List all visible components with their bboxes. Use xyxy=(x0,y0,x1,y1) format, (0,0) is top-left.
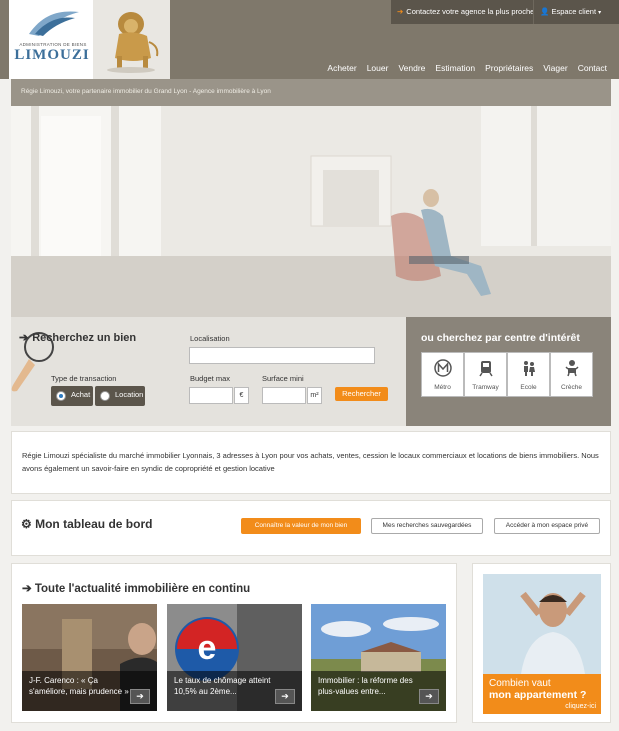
radio-dot-icon xyxy=(100,391,110,401)
news-card[interactable]: J-F. Carenco : « Ça s'améliore, mais pru… xyxy=(22,604,157,711)
localisation-label: Localisation xyxy=(190,334,230,343)
budget-input[interactable] xyxy=(189,387,233,404)
search-button[interactable]: Rechercher xyxy=(335,387,388,401)
poi-tramway[interactable]: Tramway xyxy=(464,352,507,397)
nav-estimation[interactable]: Estimation xyxy=(435,63,475,73)
client-space-menu[interactable]: 👤 Espace client ▾ xyxy=(540,7,601,16)
search-title: ➔ Recherchez un bien xyxy=(19,332,137,344)
transaction-label: Type de transaction xyxy=(51,374,117,383)
nav-vendre[interactable]: Vendre xyxy=(398,63,425,73)
logo-swoosh-icon xyxy=(29,11,79,36)
chevron-right-icon[interactable]: ➔ xyxy=(130,689,150,704)
logo-name: LIMOUZI xyxy=(14,47,90,63)
search-panel: ➔ Recherchez un bien Localisation Type de… xyxy=(11,317,406,426)
arrow-right-icon: ➔ xyxy=(397,7,404,16)
news-card[interactable]: Immobilier : la réforme des plus-values … xyxy=(311,604,446,711)
promo-cta[interactable]: cliquez-ici xyxy=(565,703,596,710)
news-section: ➔ Toute l'actualité immobilière en conti… xyxy=(11,563,457,723)
radio-dot-icon xyxy=(56,391,66,401)
lion-icon xyxy=(107,12,159,73)
private-space-button[interactable]: Accéder à mon espace privé xyxy=(494,518,600,534)
saved-searches-button[interactable]: Mes recherches sauvegardées xyxy=(371,518,483,534)
dashboard-title: ⚙ Mon tableau de bord xyxy=(21,517,153,531)
description-text: Régie Limouzi spécialiste du marché immo… xyxy=(22,451,599,473)
school-icon xyxy=(524,361,535,376)
user-icon: 👤 xyxy=(540,7,550,16)
logo[interactable]: ADMINISTRATION DE BIENS LIMOUZI xyxy=(9,0,93,79)
budget-label: Budget max xyxy=(190,374,231,383)
nav-louer[interactable]: Louer xyxy=(367,63,389,73)
nav-viager[interactable]: Viager xyxy=(543,63,567,73)
poi-metro[interactable]: Métro xyxy=(421,352,464,397)
arrow-right-icon: ➔ xyxy=(22,583,32,595)
breadcrumb-bar: Régie Limouzi, votre partenaire immobili… xyxy=(11,79,611,106)
divider xyxy=(533,0,534,24)
news-card[interactable]: e Le taux de chômage atteint 10,5% au 2è… xyxy=(167,604,302,711)
promo-banner[interactable]: Combien vaut mon appartement ? cliquez-i… xyxy=(483,674,601,714)
chevron-right-icon[interactable]: ➔ xyxy=(275,689,295,704)
valuation-promo[interactable]: Combien vaut mon appartement ? cliquez-i… xyxy=(472,563,611,723)
radio-location[interactable]: Location xyxy=(95,386,145,406)
nav-proprietaires[interactable]: Propriétaires xyxy=(485,63,533,73)
promo-line1: Combien vaut xyxy=(489,678,551,689)
property-value-button[interactable]: Connaître la valeur de mon bien xyxy=(241,518,361,534)
localisation-input[interactable] xyxy=(189,347,375,364)
metro-icon xyxy=(434,359,452,377)
nursery-icon xyxy=(565,360,579,377)
main-nav: Acheter Louer Vendre Estimation Propriét… xyxy=(327,63,607,73)
dashboard-bar: ⚙ Mon tableau de bord Connaître la valeu… xyxy=(11,500,611,556)
surface-input[interactable] xyxy=(262,387,306,404)
contact-agency-link[interactable]: ➔ Contactez votre agence la plus proche xyxy=(397,7,534,16)
surface-unit: m² xyxy=(307,387,322,404)
dashboard-icon: ⚙ xyxy=(21,517,32,531)
svg-text:e: e xyxy=(198,629,217,667)
radio-achat[interactable]: Achat xyxy=(51,386,93,406)
hero-image xyxy=(11,106,611,318)
smiling-man-image xyxy=(483,574,601,674)
poi-creche[interactable]: Crèche xyxy=(550,352,593,397)
nav-acheter[interactable]: Acheter xyxy=(327,63,356,73)
top-bar: ➔ Contactez votre agence la plus proche 👤… xyxy=(391,0,619,24)
arrow-right-icon: ➔ xyxy=(19,332,29,344)
currency-unit: € xyxy=(234,387,249,404)
news-title: ➔ Toute l'actualité immobilière en conti… xyxy=(22,583,251,595)
poi-panel: ou cherchez par centre d'intérêt Métro T… xyxy=(406,317,611,426)
lion-illustration xyxy=(93,0,170,79)
promo-image xyxy=(483,574,601,674)
chevron-down-icon: ▾ xyxy=(598,10,602,16)
tagline: Régie Limouzi, votre partenaire immobili… xyxy=(21,88,271,95)
room-scene xyxy=(11,106,611,318)
promo-line2: mon appartement ? xyxy=(489,689,587,701)
chevron-right-icon[interactable]: ➔ xyxy=(419,689,439,704)
poi-title: ou cherchez par centre d'intérêt xyxy=(421,332,580,344)
surface-label: Surface mini xyxy=(262,374,304,383)
tram-icon xyxy=(479,361,493,377)
poi-ecole[interactable]: Ecole xyxy=(507,352,550,397)
agency-description: Régie Limouzi spécialiste du marché immo… xyxy=(11,431,611,494)
nav-contact[interactable]: Contact xyxy=(578,63,607,73)
site-header: ADMINISTRATION DE BIENS LIMOUZI ➔ Contact… xyxy=(0,0,619,79)
